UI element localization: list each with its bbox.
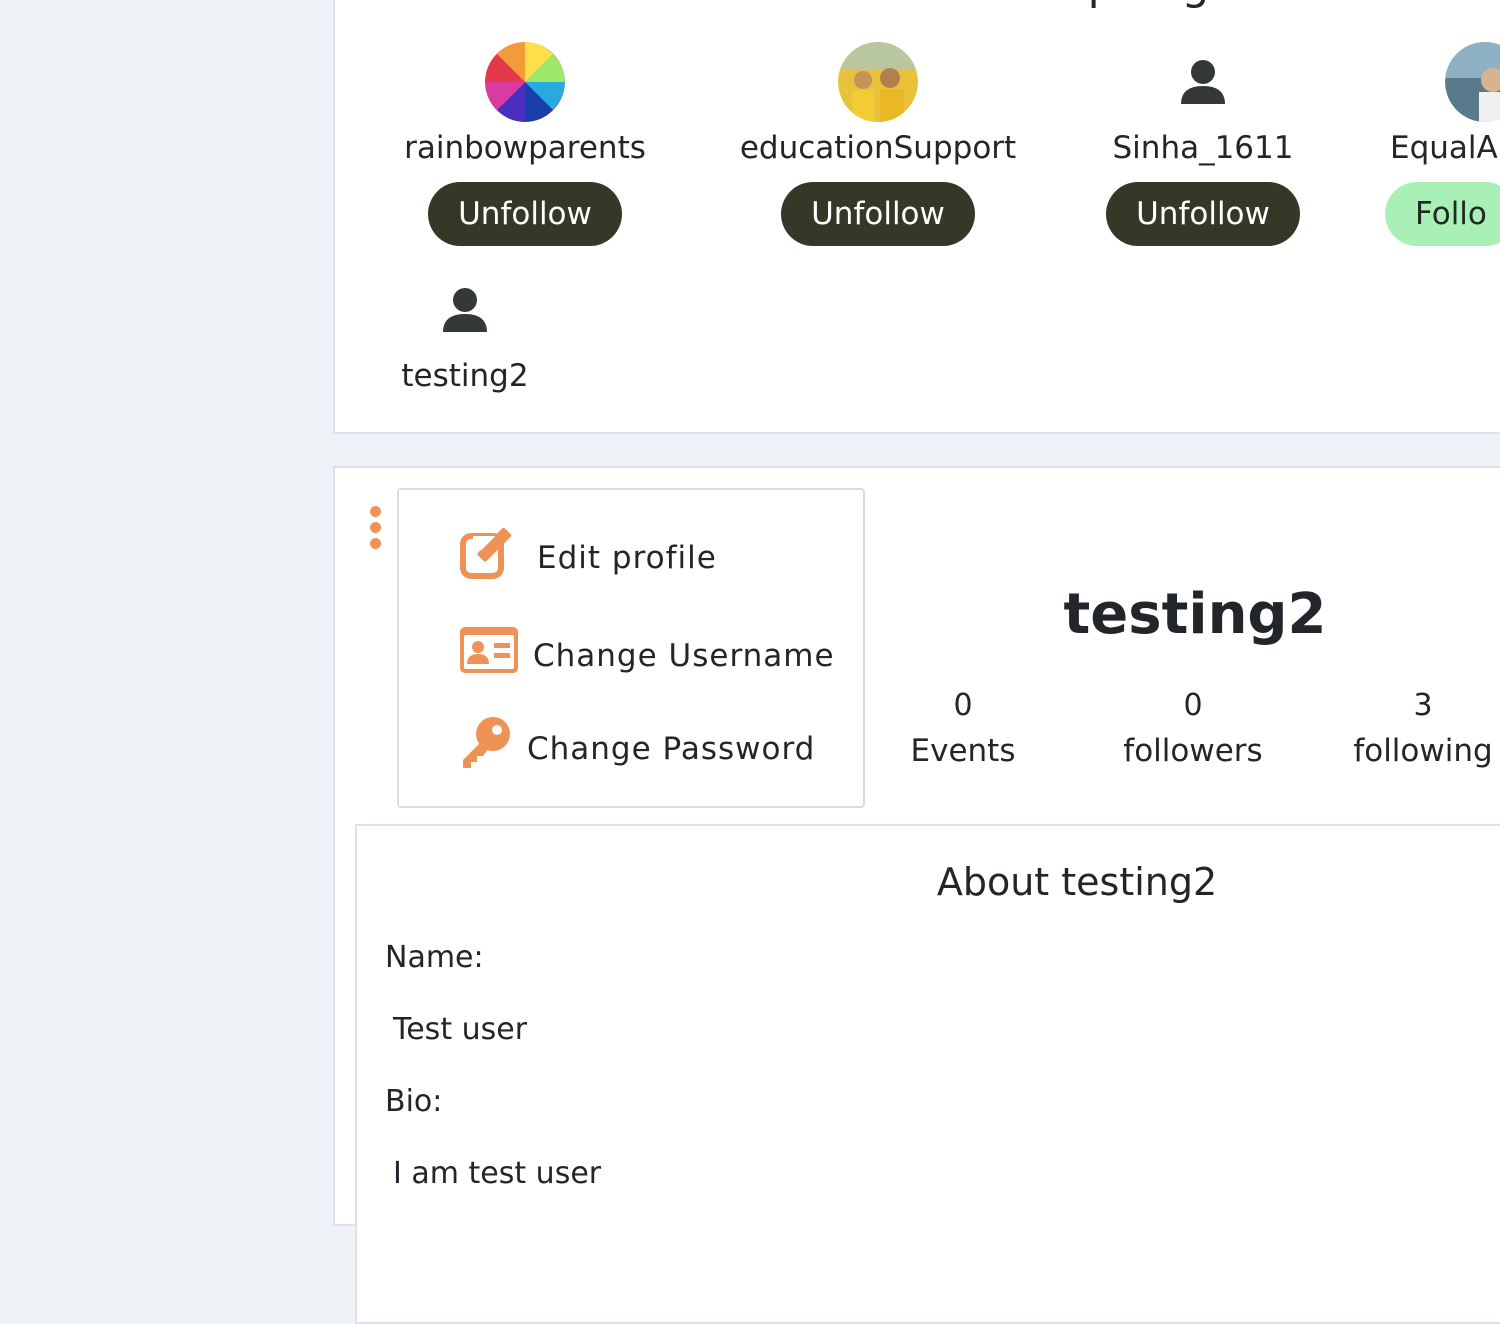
section-title: Follow our Top Organisers (735, 0, 1435, 10)
organiser-avatar[interactable] (1163, 42, 1243, 122)
organiser-card: educationSupport Unfollow (718, 42, 1038, 246)
organiser-name[interactable]: rainbowparents (365, 130, 685, 166)
stat-following[interactable]: 3 following (1303, 688, 1500, 769)
id-card-icon (460, 627, 518, 673)
person-icon (443, 288, 487, 332)
organiser-card: EqualAr Follo (1385, 42, 1500, 246)
stat-events[interactable]: 0 Events (843, 688, 1083, 769)
organiser-avatar[interactable] (425, 270, 505, 350)
profile-options-menu: Edit profile Change Username Change Pass… (397, 488, 865, 808)
organiser-avatar[interactable] (838, 42, 918, 122)
follow-button[interactable]: Follo (1385, 182, 1500, 246)
edit-icon (460, 527, 512, 579)
stat-label: followers (1123, 733, 1263, 769)
key-icon (463, 717, 510, 768)
change-username-menu-item[interactable]: Change Username (459, 626, 835, 674)
organiser-name[interactable]: testing2 (305, 358, 625, 394)
stat-label: following (1353, 733, 1493, 769)
organiser-avatar[interactable] (1445, 42, 1500, 122)
about-title: About testing2 (936, 860, 1218, 904)
stat-value: 3 (1413, 688, 1433, 723)
organiser-card: Sinha_1611 Unfollow (1043, 42, 1363, 246)
organiser-name[interactable]: educationSupport (718, 130, 1038, 166)
change-password-menu-item[interactable]: Change Password (459, 716, 815, 770)
stat-followers[interactable]: 0 followers (1073, 688, 1313, 769)
change-password-label: Change Password (527, 731, 816, 767)
top-organisers-panel: Follow our Top Organisers rainbowparents… (333, 0, 1500, 434)
about-section: About testing2 Name: Test user Bio: I am… (355, 824, 1500, 1324)
organiser-name[interactable]: Sinha_1611 (1043, 130, 1363, 166)
name-label: Name: (385, 940, 484, 975)
change-username-label: Change Username (533, 638, 835, 674)
name-value: Test user (393, 1012, 528, 1047)
edit-profile-menu-item[interactable]: Edit profile (459, 526, 717, 582)
unfollow-button[interactable]: Unfollow (428, 182, 622, 246)
organiser-card: testing2 (305, 270, 625, 394)
organiser-name[interactable]: EqualAr (1390, 130, 1500, 166)
organiser-avatar[interactable] (485, 42, 565, 122)
profile-panel: Edit profile Change Username Change Pass… (333, 466, 1500, 1324)
unfollow-button[interactable]: Unfollow (781, 182, 975, 246)
stat-value: 0 (953, 688, 973, 723)
organiser-card: rainbowparents Unfollow (365, 42, 685, 246)
edit-profile-label: Edit profile (537, 540, 717, 576)
bio-label: Bio: (385, 1084, 443, 1119)
bio-value: I am test user (393, 1156, 602, 1191)
person-icon (1181, 60, 1225, 104)
stat-label: Events (910, 733, 1016, 769)
unfollow-button[interactable]: Unfollow (1106, 182, 1300, 246)
profile-username: testing2 (1063, 582, 1327, 647)
stat-value: 0 (1183, 688, 1203, 723)
more-options-icon[interactable] (363, 506, 387, 556)
